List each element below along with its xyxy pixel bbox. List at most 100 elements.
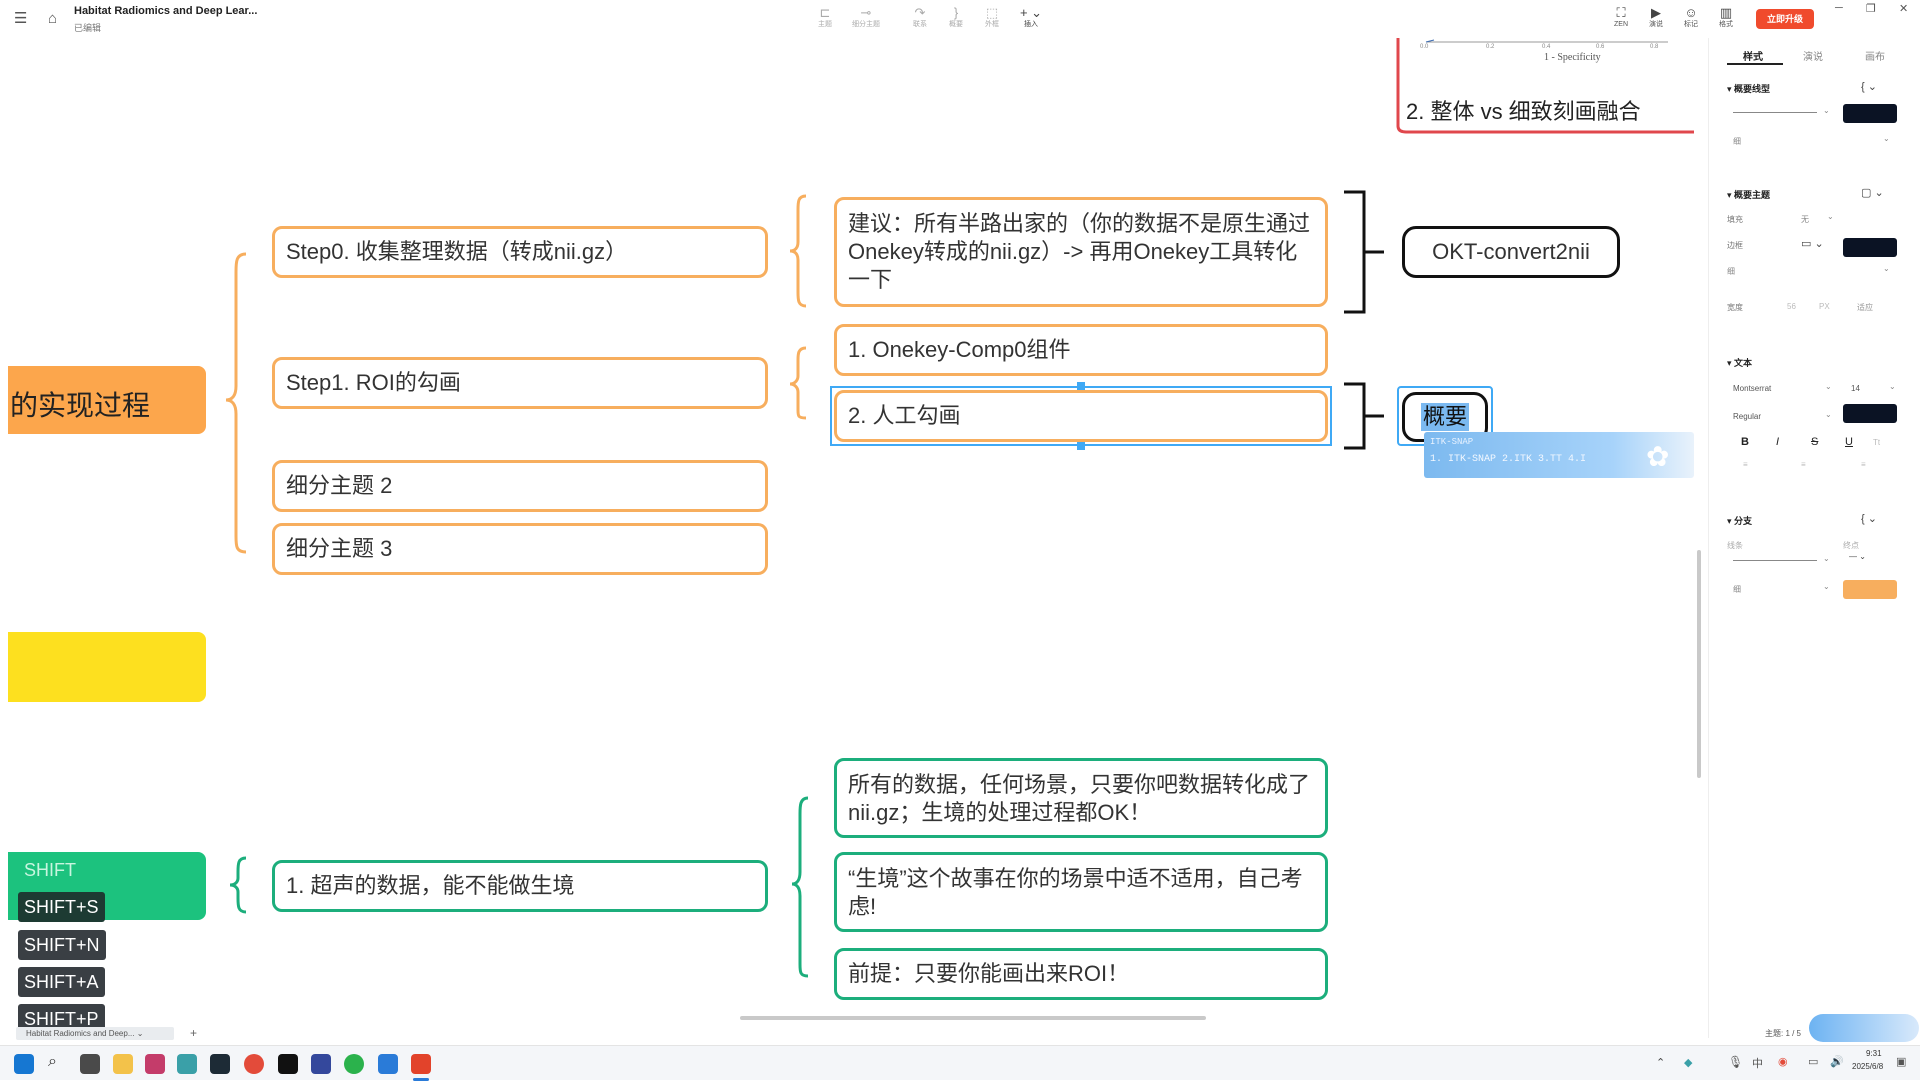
security-icon[interactable]: ◉	[1778, 1055, 1788, 1068]
roc-chart-fragment: 0.0 0.2 0.4 0.6 0.8 1 - Specificity	[1418, 38, 1668, 66]
clock-time[interactable]: 9:31	[1866, 1049, 1882, 1058]
font-weight-select[interactable]: Regular	[1733, 412, 1761, 421]
section-text[interactable]: ▾ 文本	[1727, 356, 1752, 369]
width-input[interactable]: 56	[1787, 302, 1796, 311]
topic-subtopic-2[interactable]: 细分主题 2	[272, 460, 768, 512]
tab-canvas[interactable]: 画布	[1865, 48, 1885, 63]
notification-icon[interactable]: ▣	[1896, 1055, 1906, 1068]
ime-widget[interactable]	[1809, 1014, 1919, 1042]
border-thickness-select[interactable]: 细	[1727, 266, 1735, 277]
branch-line-select[interactable]	[1733, 560, 1817, 561]
add-sheet-button[interactable]: +	[190, 1026, 197, 1040]
summary-okt-convert[interactable]: OKT-convert2nii	[1402, 226, 1620, 278]
chevron-down-icon[interactable]: ⌄	[1883, 134, 1890, 143]
network-icon[interactable]: ▭	[1808, 1055, 1818, 1068]
resize-handle[interactable]	[1077, 442, 1085, 450]
topic-all-data[interactable]: 所有的数据，任何场景，只要你吧数据转化成了nii.gz；生境的处理过程都OK！	[834, 758, 1328, 838]
strikethrough-button[interactable]: S	[1811, 436, 1818, 448]
pen-app-icon[interactable]	[145, 1054, 165, 1074]
chevron-up-icon[interactable]: ⌃	[1656, 1056, 1665, 1069]
border-color[interactable]	[1843, 238, 1897, 257]
italic-button[interactable]: I	[1776, 436, 1779, 448]
search-icon[interactable]: ⌕	[48, 1053, 57, 1071]
font-family-select[interactable]: Montserrat	[1733, 384, 1771, 393]
meeting-icon[interactable]	[378, 1054, 398, 1074]
bold-button[interactable]: B	[1741, 436, 1749, 448]
branch-color[interactable]	[1843, 580, 1897, 599]
resize-handle[interactable]	[1077, 382, 1085, 390]
text-case-button[interactable]: Tt	[1873, 438, 1880, 447]
align-left-icon[interactable]: ≡	[1743, 460, 1748, 469]
summary-node-label: 概要	[1420, 403, 1469, 431]
font-size-select[interactable]: 14	[1851, 384, 1860, 393]
section-summary-line[interactable]: ▾ 概要线型	[1727, 82, 1770, 95]
fill-select[interactable]: 无	[1801, 214, 1809, 225]
summary-line-color[interactable]	[1843, 104, 1897, 123]
tab-style[interactable]: 样式	[1743, 48, 1763, 63]
roc-tick: 0.6	[1596, 44, 1605, 50]
chevron-down-icon[interactable]: ⌄	[1823, 554, 1830, 563]
align-center-icon[interactable]: ≡	[1801, 460, 1806, 469]
branch-style-icon[interactable]: { ⌄	[1861, 512, 1877, 525]
root-topic[interactable]: 的实现过程	[8, 366, 206, 434]
tooltip-items: 1. ITK-SNAP 2.ITK 3.TT 4.I	[1430, 454, 1587, 465]
chevron-down-icon[interactable]: ⌄	[1825, 382, 1832, 391]
tray-app-icon[interactable]: ◆	[1684, 1056, 1692, 1069]
topic-ultrasound[interactable]: 1. 超声的数据，能不能做生境	[272, 860, 768, 912]
topic-step0[interactable]: Step0. 收集整理数据（转成nii.gz）	[272, 226, 768, 278]
file-explorer-icon[interactable]	[113, 1054, 133, 1074]
chevron-down-icon[interactable]: ⌄	[1827, 212, 1834, 221]
line-thickness-select[interactable]: 细	[1733, 136, 1741, 147]
topic-subtopic-3[interactable]: 细分主题 3	[272, 523, 768, 575]
text-color[interactable]	[1843, 404, 1897, 423]
align-right-icon[interactable]: ≡	[1861, 460, 1866, 469]
topic-step1[interactable]: Step1. ROI的勾画	[272, 357, 768, 409]
summary-style-icon[interactable]: { ⌄	[1861, 80, 1877, 93]
terminal-icon[interactable]	[210, 1054, 230, 1074]
width-unit: PX	[1819, 302, 1830, 311]
section-summary-topic[interactable]: ▾ 概要主题	[1727, 188, 1770, 201]
topic-habitat-story[interactable]: “生境”这个故事在你的场景中适不适用，自己考虑!	[834, 852, 1328, 932]
topic-onekey-comp0[interactable]: 1. Onekey-Comp0组件	[834, 324, 1328, 376]
tooltip-title: ITK-SNAP	[1430, 437, 1474, 447]
chevron-down-icon[interactable]: ⌄	[1823, 106, 1830, 115]
horizontal-scrollbar[interactable]	[740, 1016, 1206, 1020]
border-shape-icon[interactable]: ▭ ⌄	[1801, 237, 1824, 250]
topic-step0-advice[interactable]: 建议：所有半路出家的（你的数据不是原生通过Onekey转成的nii.gz）-> …	[834, 197, 1328, 307]
itk-snap-tooltip: ITK-SNAP 1. ITK-SNAP 2.ITK 3.TT 4.I ✿	[1424, 432, 1694, 478]
sheet-tab[interactable]: Habitat Radiomics and Deep... ⌄	[16, 1027, 174, 1040]
chevron-down-icon[interactable]: ⌄	[1823, 582, 1830, 591]
xmind-icon[interactable]	[411, 1054, 431, 1074]
chrome-icon[interactable]	[244, 1054, 264, 1074]
key-badge: SHIFT	[18, 855, 82, 885]
code-editor-icon[interactable]	[278, 1054, 298, 1074]
tab-presentation[interactable]: 演说	[1803, 48, 1823, 63]
shape-icon[interactable]: ▢ ⌄	[1861, 186, 1884, 199]
task-view-icon[interactable]	[80, 1054, 100, 1074]
windows-taskbar: ⌕ ⌃ ◆ 🎙 中 ◉ ▭ 🔊 9:31 2025/6/8 ▣	[0, 1045, 1920, 1081]
clock-date[interactable]: 2025/6/8	[1852, 1062, 1883, 1071]
microphone-icon[interactable]: 🎙	[1728, 1055, 1743, 1069]
top-node-label[interactable]: 2. 整体 vs 细致刻画融合	[1406, 94, 1641, 126]
windows-start-icon[interactable]	[14, 1054, 34, 1074]
topic-prerequisite[interactable]: 前提：只要你能画出来ROI！	[834, 948, 1328, 1000]
topic-manual-draw[interactable]: 2. 人工勾画	[834, 390, 1328, 442]
app-icon[interactable]	[311, 1054, 331, 1074]
yellow-topic[interactable]	[8, 632, 206, 702]
branch-end-select[interactable]: — ⌄	[1849, 552, 1866, 561]
width-fit-button[interactable]: 适应	[1857, 302, 1873, 313]
volume-icon[interactable]: 🔊	[1830, 1055, 1844, 1068]
roc-tick: 0.4	[1542, 44, 1551, 50]
underline-button[interactable]: U	[1845, 436, 1853, 448]
input-method-icon[interactable]: 中	[1752, 1055, 1763, 1071]
chevron-down-icon[interactable]: ⌄	[1889, 382, 1896, 391]
section-branch[interactable]: ▾ 分支	[1727, 514, 1752, 527]
wechat-icon[interactable]	[344, 1054, 364, 1074]
branch-thickness-select[interactable]: 细	[1733, 584, 1741, 595]
sheet-tab-label: Habitat Radiomics and Deep...	[26, 1029, 135, 1038]
chevron-down-icon[interactable]: ⌄	[1883, 264, 1890, 273]
arrow-app-icon[interactable]	[177, 1054, 197, 1074]
vertical-scrollbar[interactable]	[1697, 550, 1701, 778]
chevron-down-icon[interactable]: ⌄	[1825, 410, 1832, 419]
line-style-select[interactable]	[1733, 112, 1817, 113]
